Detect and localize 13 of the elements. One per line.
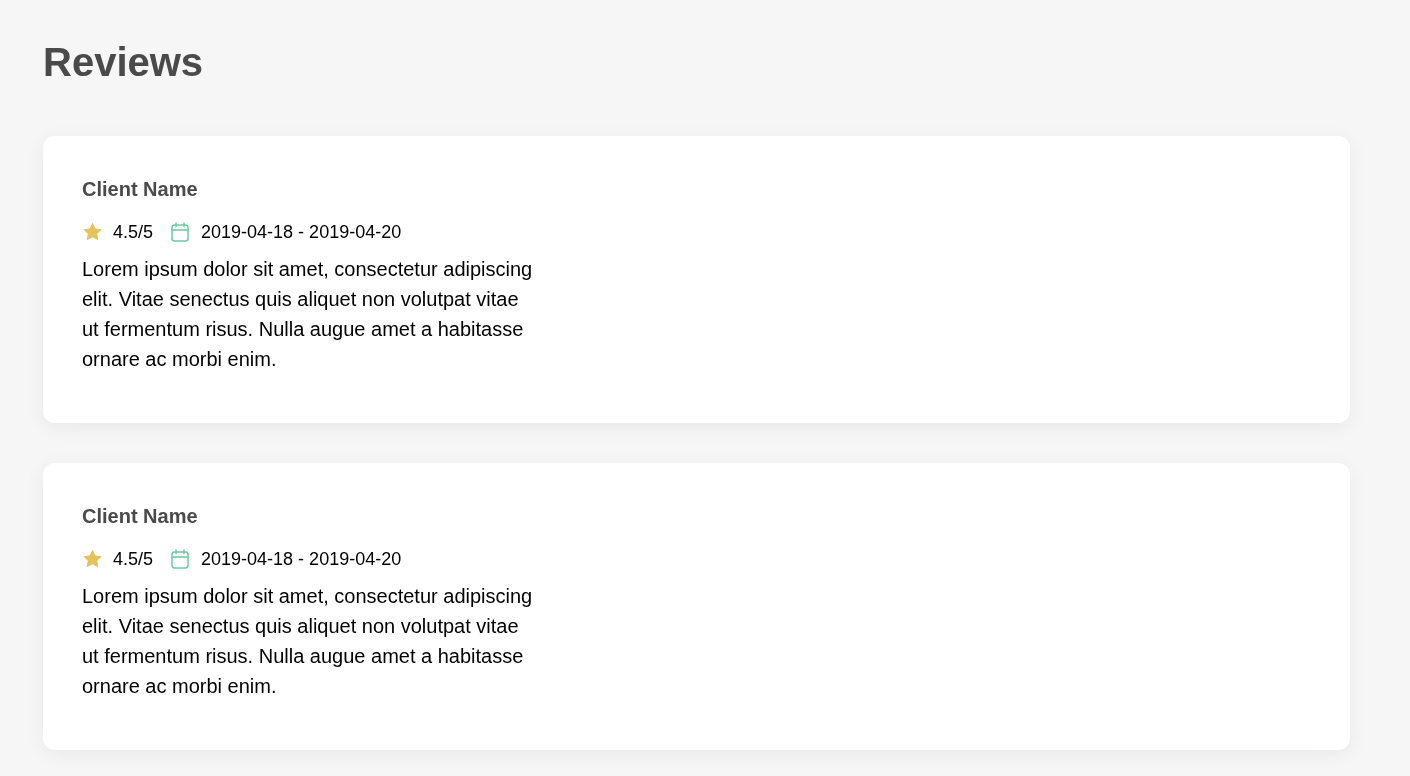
rating-text: 4.5/5 <box>113 547 154 571</box>
calendar-icon <box>171 222 190 242</box>
star-icon <box>82 222 103 242</box>
star-icon <box>82 549 103 569</box>
rating-text: 4.5/5 <box>113 220 154 244</box>
review-text: Lorem ipsum dolor sit amet, consectetur adipiscing elit. Vitae senectus quis aliquet non volutpat vitae ut fermentum risus. Nulla augue amet a habitasse ornare ac morbi enim. <box>82 584 534 699</box>
date-range: 2019-04-18 - 2019-04-20 <box>201 547 402 571</box>
date-range: 2019-04-18 - 2019-04-20 <box>201 220 402 244</box>
review-text: Lorem ipsum dolor sit amet, consectetur adipiscing elit. Vitae senectus quis aliquet non volutpat vitae ut fermentum risus. Nulla augue amet a habitasse ornare ac morbi enim. <box>82 257 534 372</box>
client-name: Client Name <box>82 504 198 529</box>
calendar-icon <box>171 549 190 569</box>
page-title: Reviews <box>43 39 204 86</box>
client-name: Client Name <box>82 177 198 202</box>
